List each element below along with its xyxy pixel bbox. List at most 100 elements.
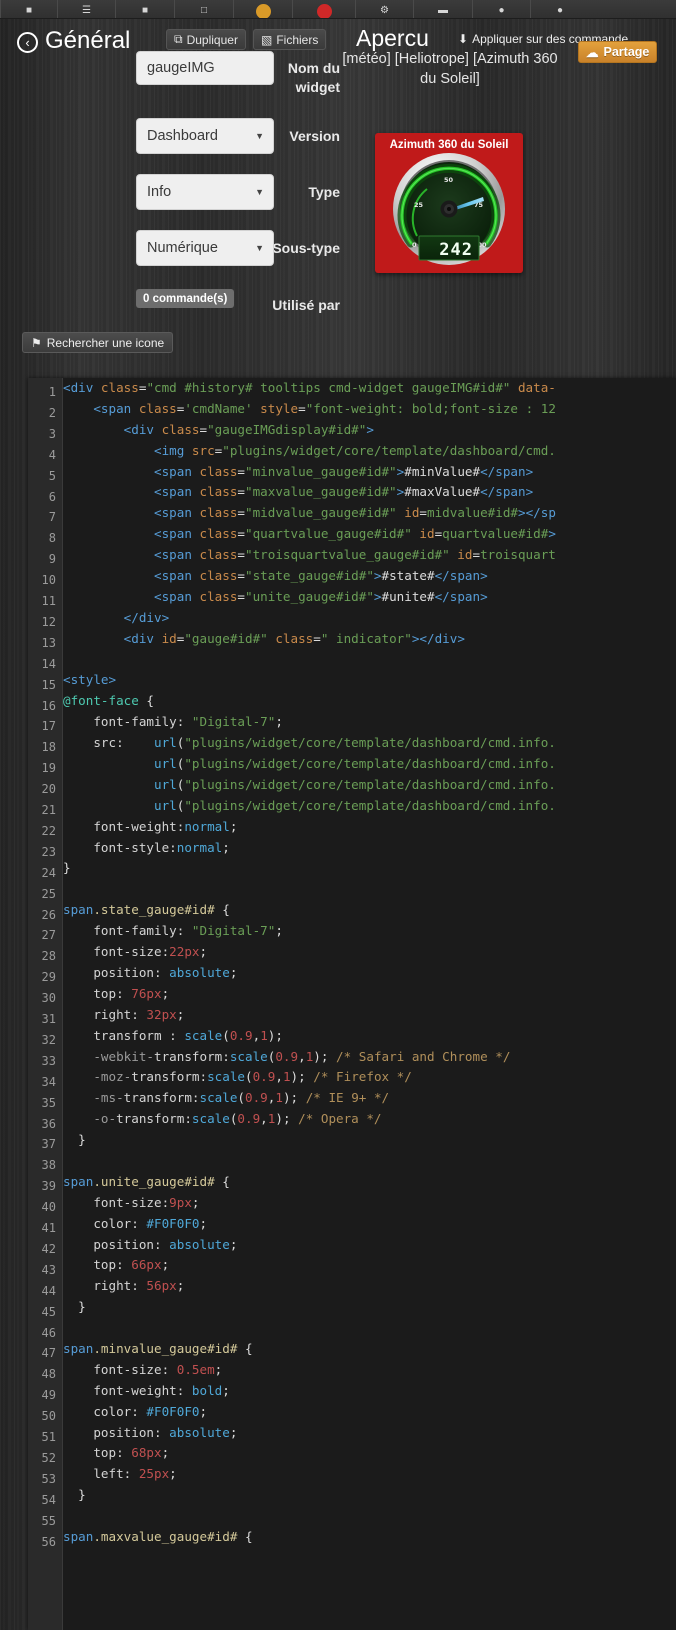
- code-line[interactable]: <span class="maxvalue_gauge#id#">#maxVal…: [63, 482, 676, 503]
- gauge-widget-card[interactable]: Azimuth 360 du Soleil 0 25 50 75 100 242: [375, 133, 523, 273]
- code-line[interactable]: [63, 1151, 676, 1172]
- icon-search-button[interactable]: ⚑ Rechercher une icone: [22, 332, 174, 353]
- code-token: troisquart: [480, 547, 556, 563]
- toolbar-icon-8[interactable]: ▬: [413, 0, 472, 18]
- code-token: transform:: [116, 1111, 192, 1127]
- code-line[interactable]: <span class="state_gauge#id#">#state#</s…: [63, 566, 676, 587]
- code-token: "gaugeIMGdisplay#id#": [207, 421, 367, 437]
- code-line[interactable]: font-size:22px;: [63, 942, 676, 963]
- line-number: 24: [41, 865, 56, 880]
- code-token: class: [199, 526, 238, 542]
- version-select[interactable]: Dashboard ▼: [136, 118, 274, 154]
- toolbar-icon-1[interactable]: ■: [0, 0, 57, 18]
- code-line[interactable]: <span class="minvalue_gauge#id#">#minVal…: [63, 462, 676, 483]
- code-line[interactable]: position: absolute;: [63, 963, 676, 984]
- code-line[interactable]: left: 25px;: [63, 1464, 676, 1485]
- code-line[interactable]: top: 76px;: [63, 984, 676, 1005]
- code-line[interactable]: top: 68px;: [63, 1443, 676, 1464]
- code-line[interactable]: <div id="gauge#id#" class=" indicator"><…: [63, 629, 676, 650]
- code-token: 76px: [131, 985, 162, 1001]
- share-button[interactable]: ☁ Partage: [578, 41, 658, 63]
- widget-name-input[interactable]: gaugeIMG: [136, 51, 274, 85]
- code-line[interactable]: <span class="troisquartvalue_gauge#id#" …: [63, 545, 676, 566]
- code-line[interactable]: -moz-transform:scale(0.9,1); /* Firefox …: [63, 1067, 676, 1088]
- code-line[interactable]: font-size: 0.5em;: [63, 1360, 676, 1381]
- code-line[interactable]: -ms-transform:scale(0.9,1); /* IE 9+ */: [63, 1088, 676, 1109]
- code-line[interactable]: right: 32px;: [63, 1005, 676, 1026]
- code-line[interactable]: span.maxvalue_gauge#id# {: [63, 1527, 676, 1548]
- type-select[interactable]: Info ▼: [136, 174, 274, 210]
- code-line[interactable]: [63, 879, 676, 900]
- code-line[interactable]: }: [63, 1297, 676, 1318]
- code-line[interactable]: <div class="gaugeIMGdisplay#id#">: [63, 420, 676, 441]
- toolbar-icon-3[interactable]: ■: [115, 0, 174, 18]
- toolbar-icon-4[interactable]: □: [174, 0, 233, 18]
- code-token: span: [63, 1173, 94, 1189]
- code-line[interactable]: [63, 1506, 676, 1527]
- code-line[interactable]: url("plugins/widget/core/template/dashbo…: [63, 775, 676, 796]
- code-line[interactable]: font-weight: bold;: [63, 1381, 676, 1402]
- duplicate-icon: ⧉: [174, 32, 183, 46]
- toolbar-icon-10[interactable]: ●: [530, 0, 589, 18]
- used-by-badge[interactable]: 0 commande(s): [136, 289, 235, 308]
- code-line[interactable]: position: absolute;: [63, 1423, 676, 1444]
- back-icon[interactable]: ‹: [17, 32, 38, 53]
- toolbar-icon-2[interactable]: ☰: [57, 0, 115, 18]
- toolbar-gear[interactable]: ⚙: [355, 0, 413, 18]
- files-button[interactable]: ▧ Fichiers: [253, 29, 327, 50]
- code-line[interactable]: color: #F0F0F0;: [63, 1214, 676, 1235]
- code-line[interactable]: src: url("plugins/widget/core/template/d…: [63, 733, 676, 754]
- code-line[interactable]: span.minvalue_gauge#id# {: [63, 1339, 676, 1360]
- code-line[interactable]: font-weight:normal;: [63, 817, 676, 838]
- code-line[interactable]: [63, 650, 676, 671]
- code-line[interactable]: transform : scale(0.9,1);: [63, 1026, 676, 1047]
- code-line[interactable]: <style>: [63, 670, 676, 691]
- code-token: color:: [63, 1403, 147, 1419]
- code-token: quartvalue#id#: [442, 526, 549, 542]
- code-line[interactable]: <img src="plugins/widget/core/template/d…: [63, 441, 676, 462]
- code-token: =: [199, 421, 208, 437]
- code-line[interactable]: [63, 1318, 676, 1339]
- code-line[interactable]: </div>: [63, 608, 676, 629]
- code-line[interactable]: font-family: "Digital-7";: [63, 712, 676, 733]
- code-line[interactable]: font-family: "Digital-7";: [63, 921, 676, 942]
- code-line[interactable]: url("plugins/widget/core/template/dashbo…: [63, 754, 676, 775]
- code-line[interactable]: @font-face {: [63, 691, 676, 712]
- code-line[interactable]: }: [63, 858, 676, 879]
- line-number: 18: [41, 740, 56, 755]
- code-token: =: [419, 505, 427, 521]
- toolbar-status-red[interactable]: [292, 0, 355, 18]
- code-line[interactable]: <span class="quartvalue_gauge#id#" id=qu…: [63, 524, 676, 545]
- code-token: transform:: [123, 1090, 200, 1106]
- code-token: 0.5em: [176, 1361, 215, 1377]
- duplicate-button[interactable]: ⧉ Dupliquer: [166, 29, 246, 50]
- code-line[interactable]: span.unite_gauge#id# {: [63, 1172, 676, 1193]
- toolbar-icon-9[interactable]: ●: [472, 0, 530, 18]
- code-line[interactable]: font-size:9px;: [63, 1193, 676, 1214]
- subtype-select[interactable]: Numérique ▼: [136, 230, 274, 266]
- code-line[interactable]: top: 66px;: [63, 1255, 676, 1276]
- code-line[interactable]: url("plugins/widget/core/template/dashbo…: [63, 796, 676, 817]
- code-line[interactable]: -o-transform:scale(0.9,1); /* Opera */: [63, 1109, 676, 1130]
- code-line[interactable]: <span class="midvalue_gauge#id#" id=midv…: [63, 503, 676, 524]
- toolbar-status-orange[interactable]: [233, 0, 292, 18]
- code-line[interactable]: }: [63, 1485, 676, 1506]
- code-line[interactable]: color: #F0F0F0;: [63, 1402, 676, 1423]
- line-number: 46: [41, 1325, 56, 1340]
- code-token: );: [313, 1048, 337, 1064]
- line-number: 6: [48, 489, 56, 504]
- code-token: 1: [260, 1027, 268, 1043]
- code-line[interactable]: }: [63, 1130, 676, 1151]
- code-editor[interactable]: 1 2 3 4 5 6 7 8 9 10 11 12 13 14 15 16 17 18 19 20 21 22 23 24 2…: [28, 378, 676, 1630]
- code-line[interactable]: <div class="cmd #history# tooltips cmd-w…: [63, 378, 676, 399]
- code-line[interactable]: <span class='cmdName' style="font-weight…: [63, 399, 676, 420]
- code-line[interactable]: -webkit-transform:scale(0.9,1); /* Safar…: [63, 1047, 676, 1068]
- code-token: color:: [63, 1215, 147, 1231]
- code-token: =: [237, 463, 245, 479]
- code-line[interactable]: font-style:normal;: [63, 838, 676, 859]
- code-line[interactable]: right: 56px;: [63, 1276, 676, 1297]
- code-content[interactable]: <div class="cmd #history# tooltips cmd-w…: [63, 378, 676, 1630]
- code-line[interactable]: <span class="unite_gauge#id#">#unite#</s…: [63, 587, 676, 608]
- code-line[interactable]: position: absolute;: [63, 1235, 676, 1256]
- code-line[interactable]: span.state_gauge#id# {: [63, 900, 676, 921]
